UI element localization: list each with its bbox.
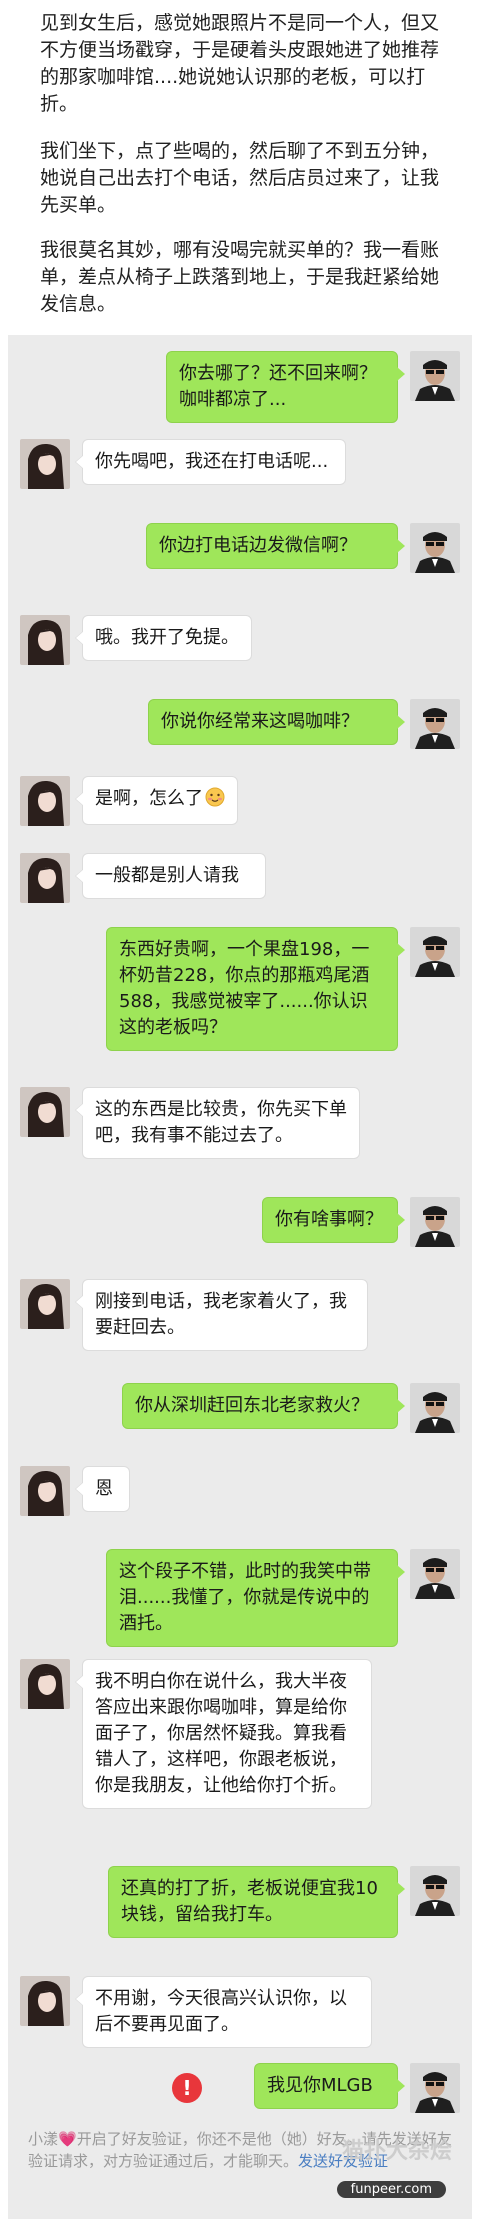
my-avatar[interactable] (410, 1866, 460, 1916)
received-bubble[interactable]: 你先喝吧，我还在打电话呢... (75, 439, 346, 485)
received-bubble[interactable]: 不用谢，今天很高兴认识你，以后不要再见面了。 (75, 1976, 372, 2048)
received-bubble[interactable]: 哦。我开了免提。 (75, 615, 252, 661)
received-bubble[interactable]: 这的东西是比较贵，你先买下单吧，我有事不能过去了。 (75, 1087, 360, 1159)
story-text-block: 见到女生后，感觉她跟照片不是同一个人，但又不方便当场戳穿，于是硬着头皮跟她进了她… (0, 0, 480, 335)
my-avatar[interactable] (410, 2063, 460, 2113)
heart-icon: 💗 (58, 2130, 77, 2148)
received-bubble[interactable]: 我不明白你在说什么，我大半夜答应出来跟你喝咖啡，算是给你面子了，你居然怀疑我。算… (75, 1659, 372, 1809)
watermark-logo: 猫扑大杂烩 (341, 2139, 452, 2164)
my-avatar[interactable] (410, 1197, 460, 1247)
my-avatar[interactable] (410, 927, 460, 977)
story-paragraph-2: 我们坐下，点了些喝的，然后聊了不到五分钟，她说自己出去打个电话，然后店员过来了，… (40, 140, 440, 216)
message-text: 是啊，怎么了 (95, 788, 203, 809)
sent-bubble[interactable]: 你从深圳赶回东北老家救火？ (122, 1383, 405, 1429)
received-bubble[interactable]: 刚接到电话，我老家着火了，我要赶回去。 (75, 1279, 368, 1351)
contact-avatar[interactable] (20, 1659, 70, 1709)
send-failed-icon[interactable]: ! (172, 2073, 202, 2103)
story-paragraph-3: 我很莫名其妙，哪有没喝完就买单的？我一看账单，差点从椅子上跌落到地上，于是我赶紧… (40, 239, 440, 315)
contact-avatar[interactable] (20, 1087, 70, 1137)
watermark-url: funpeer.com (336, 2181, 446, 2198)
chat-conversation[interactable]: 你去哪了？还不回来啊？咖啡都凉了... 你先喝吧，我还在打电话呢... 你边打电… (8, 335, 472, 2219)
my-avatar[interactable] (410, 1383, 460, 1433)
received-bubble[interactable]: 恩 (75, 1466, 130, 1512)
sent-bubble[interactable]: 你边打电话边发微信啊？ (146, 523, 405, 569)
contact-avatar[interactable] (20, 776, 70, 826)
my-avatar[interactable] (410, 523, 460, 573)
sent-bubble[interactable]: 你去哪了？还不回来啊？咖啡都凉了... (166, 351, 405, 423)
blush-emoji-icon (205, 787, 225, 815)
sent-bubble[interactable]: 还真的打了折，老板说便宜我10块钱，留给我打车。 (108, 1866, 405, 1938)
sent-bubble[interactable]: 这个段子不错，此时的我笑中带泪......我懂了，你就是传说中的酒托。 (106, 1549, 405, 1647)
sent-bubble[interactable]: 你说你经常来这喝咖啡？ (148, 699, 405, 745)
received-bubble[interactable]: 一般都是别人请我 (75, 853, 266, 899)
contact-avatar[interactable] (20, 615, 70, 665)
my-avatar[interactable] (410, 699, 460, 749)
story-paragraph-1: 见到女生后，感觉她跟照片不是同一个人，但又不方便当场戳穿，于是硬着头皮跟她进了她… (40, 12, 440, 115)
contact-avatar[interactable] (20, 1466, 70, 1516)
notice-contact-name: 小漾 (28, 2130, 59, 2148)
my-avatar[interactable] (410, 1549, 460, 1599)
my-avatar[interactable] (410, 351, 460, 401)
received-bubble[interactable]: 是啊，怎么了 (75, 776, 238, 825)
sent-bubble[interactable]: 我见你MLGB (254, 2063, 405, 2109)
contact-avatar[interactable] (20, 1976, 70, 2026)
contact-avatar[interactable] (20, 439, 70, 489)
sent-bubble[interactable]: 你有啥事啊？ (262, 1197, 405, 1243)
sent-bubble[interactable]: 东西好贵啊，一个果盘198，一杯奶昔228，你点的那瓶鸡尾酒588，我感觉被宰了… (106, 927, 405, 1051)
contact-avatar[interactable] (20, 853, 70, 903)
contact-avatar[interactable] (20, 1279, 70, 1329)
